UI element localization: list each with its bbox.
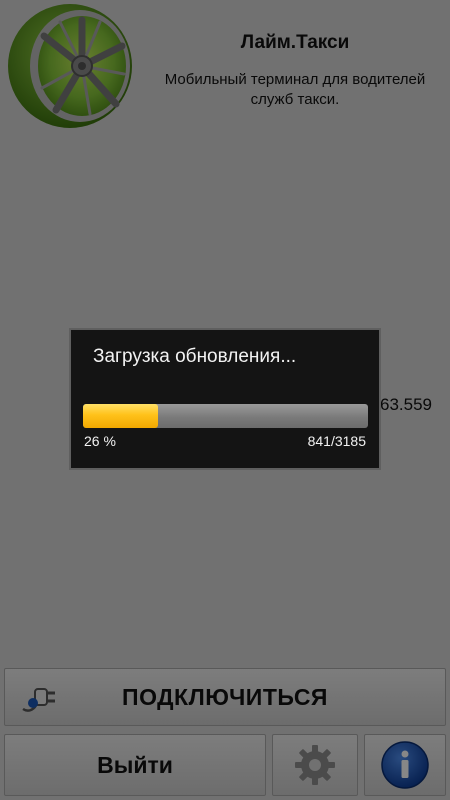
progress-count: 841/3185	[307, 433, 366, 449]
progress-percent: 26 %	[84, 433, 116, 449]
progress-bar-fill	[83, 404, 159, 428]
progress-bar	[83, 404, 368, 428]
update-progress-dialog: Загрузка обновления... 26 % 841/3185	[69, 328, 381, 470]
dialog-title: Загрузка обновления...	[93, 346, 297, 367]
screen: Лайм.Такси Мобильный терминал для водите…	[0, 0, 450, 800]
